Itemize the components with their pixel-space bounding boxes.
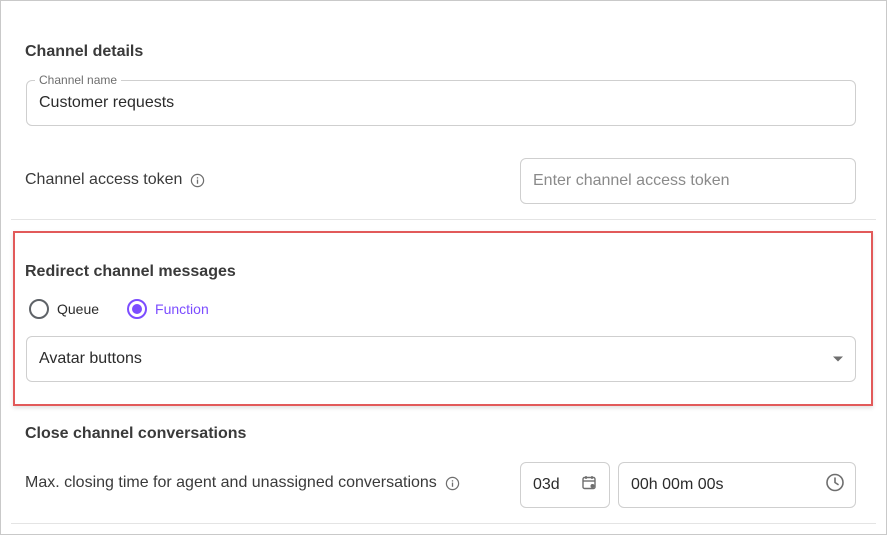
channel-details-title: Channel details <box>25 43 144 60</box>
access-token-label: Channel access token <box>25 171 183 188</box>
channel-name-label: Channel name <box>35 73 122 87</box>
chevron-down-icon[interactable] <box>833 356 843 362</box>
radio-function-label: Function <box>155 301 209 317</box>
access-token-input[interactable]: Enter channel access token <box>520 158 856 204</box>
channel-name-field[interactable]: Channel name Customer requests <box>26 73 856 126</box>
radio-queue-label: Queue <box>57 301 100 317</box>
radio-function[interactable]: Function <box>127 299 209 319</box>
divider <box>11 523 876 524</box>
closing-time-label: Max. closing time for agent and unassign… <box>25 474 437 491</box>
closing-time-row: Max. closing time for agent and unassign… <box>25 474 460 492</box>
radio-queue-circle[interactable] <box>29 299 49 319</box>
close-conversations-title: Close channel conversations <box>25 425 247 442</box>
clock-icon[interactable] <box>825 473 845 498</box>
access-token-placeholder: Enter channel access token <box>533 172 730 189</box>
days-input[interactable]: 03d <box>520 462 610 508</box>
channel-name-value: Customer requests <box>39 94 175 111</box>
info-icon[interactable] <box>190 173 205 188</box>
radio-function-circle[interactable] <box>127 299 148 319</box>
redirect-radio-group: Queue Function <box>29 299 209 319</box>
time-input[interactable]: 00h 00m 00s <box>618 462 856 508</box>
info-icon[interactable] <box>445 476 460 491</box>
access-token-row: Channel access token <box>25 171 205 189</box>
days-value: 03d <box>533 476 560 493</box>
function-select[interactable]: Avatar buttons <box>26 336 856 382</box>
settings-panel: Channel details Channel name Customer re… <box>0 0 887 535</box>
calendar-icon[interactable] <box>581 475 597 496</box>
time-value: 00h 00m 00s <box>631 476 724 493</box>
redirect-title: Redirect channel messages <box>25 263 236 280</box>
divider <box>11 219 876 220</box>
function-select-value: Avatar buttons <box>39 350 142 367</box>
radio-queue[interactable]: Queue <box>29 299 99 319</box>
